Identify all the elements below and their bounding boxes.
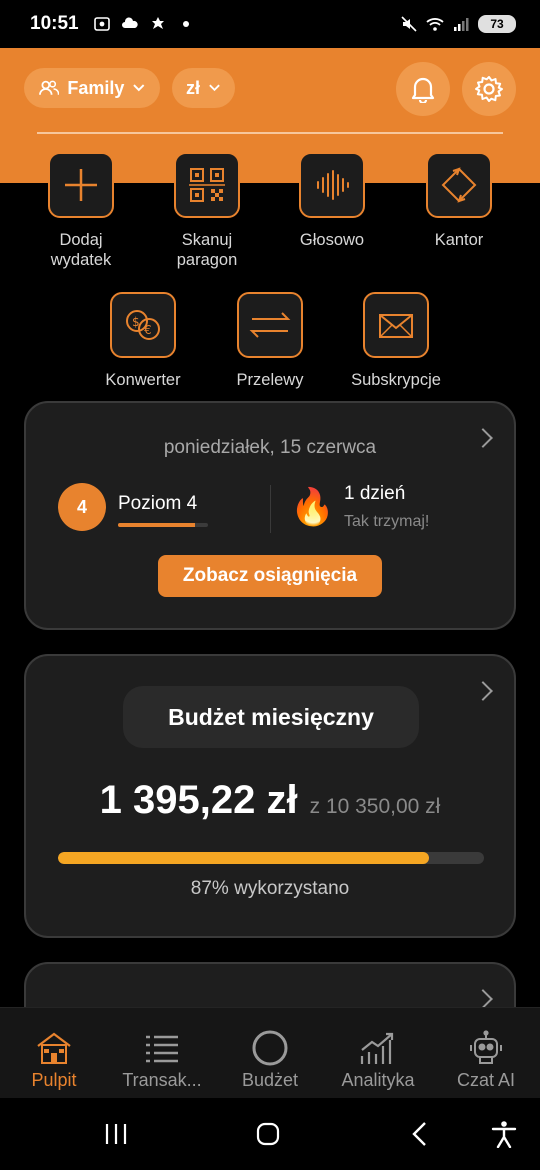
system-navigation-bar [0,1098,540,1170]
battery-indicator: 73 [478,15,516,33]
voice-wave-icon [317,170,349,200]
monthly-budget-card[interactable]: Budżet miesięczny 1 395,22 zł z 10 350,0… [24,654,516,938]
level-progress-bar [118,523,208,527]
quick-action-add-expense[interactable]: Dodaj wydatek [26,152,136,270]
robot-icon [470,1030,502,1064]
accessibility-icon [491,1121,517,1148]
quick-action-label: Skanuj paragon [176,231,238,269]
level-progress-fill [118,523,195,527]
list-icon [146,1035,178,1063]
dot-icon [182,21,189,27]
plus-icon [65,169,97,201]
nav-label: Analityka [341,1070,415,1090]
nav-label: Pulpit [31,1070,77,1090]
exchange-rotate-icon [441,167,477,203]
back-icon [412,1122,426,1146]
streak-title: 1 dzień [344,483,406,504]
home-icon [256,1122,280,1146]
svg-text:$: $ [132,315,140,329]
quick-action-exchange[interactable]: Kantor [404,152,514,250]
nav-label: Budżet [241,1070,299,1090]
quick-action-label: Dodaj wydatek [50,231,112,269]
profile-selector[interactable]: Family [24,68,160,108]
status-bar: 10:51 73 [0,0,540,48]
chevron-right-icon [473,681,493,701]
back-button[interactable] [400,1116,440,1152]
quick-action-scan-receipt[interactable]: Skanuj paragon [152,152,262,270]
level-label: Poziom 4 [118,493,198,514]
currency-convert-icon: $€ [126,310,160,340]
currency-label: zł [186,77,201,98]
settings-button[interactable] [462,62,516,116]
quick-action-subscriptions[interactable]: Subskrypcje [341,292,451,390]
chevron-right-icon [473,989,493,1009]
streak-subtitle: Tak trzymaj! [344,513,430,530]
profile-label: Family [67,77,125,98]
quick-action-label: Subskrypcje [351,371,441,389]
currency-selector[interactable]: zł [172,68,235,108]
nav-analytics[interactable]: Analityka [324,1028,432,1091]
leaf-icon [151,17,164,29]
card-divider [270,485,271,533]
nav-transactions[interactable]: Transak... [108,1028,216,1091]
nav-label: Czat AI [456,1070,516,1090]
nav-budget[interactable]: Budżet [216,1028,324,1091]
cloud-icon [121,17,138,28]
recent-apps-button[interactable] [96,1116,136,1152]
svg-text:€: € [144,323,152,337]
chevron-down-icon [133,84,145,92]
budget-used-label: 87% wykorzystano [190,878,350,899]
bell-icon [411,77,435,103]
level-badge: 4 [58,483,106,531]
nav-ai-chat[interactable]: Czat AI [432,1028,540,1091]
growth-chart-icon [360,1032,394,1064]
house-icon [37,1032,71,1064]
quick-action-converter[interactable]: $ € Konwerter [88,292,198,390]
header-divider [37,132,503,134]
clock: 10:51 [30,13,79,34]
nav-dashboard[interactable]: Pulpit [0,1028,108,1091]
users-icon [39,80,60,95]
budget-progress-bar [58,852,484,864]
qr-scan-icon [189,168,225,202]
quick-action-label: Konwerter [105,371,181,389]
accessibility-button[interactable] [484,1116,524,1152]
notifications-button[interactable] [396,62,450,116]
quick-action-voice[interactable]: Głosowo [277,152,387,250]
budget-progress-fill [58,852,429,864]
transfer-arrows-icon [249,312,291,338]
view-achievements-button[interactable]: Zobacz osiągnięcia [158,555,382,597]
envelope-icon [379,314,413,338]
quick-action-label: Przelewy [236,371,304,389]
quick-action-label: Głosowo [299,231,365,249]
quick-action-transfers[interactable]: Przelewy [215,292,325,390]
fire-icon: 🔥 [290,486,335,527]
wifi-icon [426,18,444,31]
gear-icon [475,76,503,102]
nav-label: Transak... [122,1070,202,1090]
ring-icon [252,1030,288,1066]
mute-icon [401,16,417,32]
screenshot-icon [93,17,110,31]
daily-progress-card[interactable]: poniedziałek, 15 czerwca 4 Poziom 4 🔥 1 … [24,401,516,630]
home-button[interactable] [248,1116,288,1152]
current-date: poniedziałek, 15 czerwca [163,437,377,458]
budget-title: Budżet miesięczny [123,686,419,748]
recent-apps-icon [105,1124,127,1144]
quick-action-label: Kantor [434,231,484,249]
signal-icon [454,18,469,31]
budget-spent-amount: 1 395,22 zł [99,778,298,822]
chevron-down-icon [209,84,220,92]
budget-total-amount: z 10 350,00 zł [309,795,441,818]
bottom-navigation: Pulpit Transak... Budżet Analityka Czat … [0,1007,540,1098]
